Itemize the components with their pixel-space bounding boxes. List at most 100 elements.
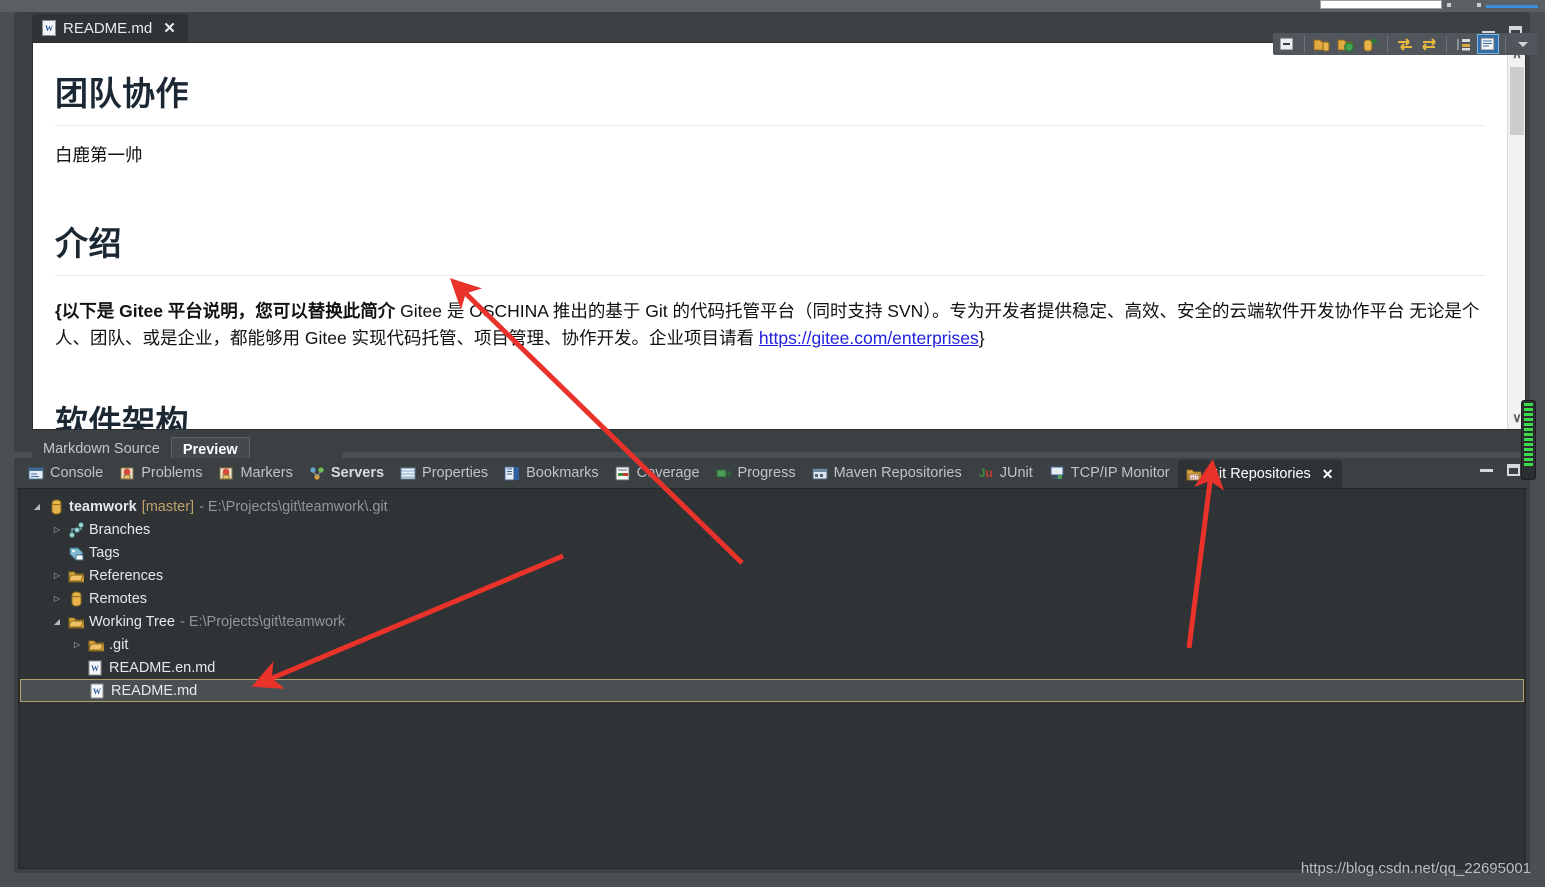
tree-item-working-tree[interactable]: ◢ Working Tree - E:\Projects\git\teamwork (19, 610, 1525, 633)
view-tab-label: Servers (330, 465, 385, 481)
view-tab-label: Coverage (636, 465, 700, 481)
tree-twisty-collapsed-icon[interactable]: ▷ (51, 594, 63, 603)
view-tab-label: Progress (737, 465, 796, 481)
watermark-text: https://blog.csdn.net/qq_22695001 (1300, 860, 1531, 877)
folder-icon (68, 614, 84, 630)
view-tab-coverage[interactable]: Coverage (607, 459, 708, 487)
clone-repository-icon[interactable] (1336, 35, 1356, 53)
close-icon[interactable]: ✕ (1322, 466, 1334, 483)
coverage-icon (615, 465, 631, 481)
editor-tab-readme[interactable]: W README.md ✕ (32, 14, 188, 42)
view-tab-progress[interactable]: Progress (708, 459, 804, 487)
heap-segment (1524, 433, 1533, 436)
tree-item-label: Branches (89, 521, 151, 538)
view-tab-label: Bookmarks (526, 465, 599, 481)
tree-item-label: README.en.md (109, 659, 216, 676)
view-tab-label: Properties (422, 465, 489, 481)
tree-item-label: .git (109, 636, 129, 653)
progress-icon (716, 465, 732, 481)
tree-item-teamwork[interactable]: ◢ teamwork [master] - E:\Projects\git\teamw… (19, 495, 1525, 518)
git-repository-tree: ◢ teamwork [master] - E:\Projects\git\teamw… (19, 495, 1525, 702)
git-repositories-icon: GIT (1186, 466, 1202, 482)
branches-icon (68, 521, 84, 538)
subtitle-text: 白鹿第一帅 (55, 145, 143, 165)
toolbar-separator-3 (1446, 35, 1447, 53)
markdown-preview: 团队协作 白鹿第一帅 介绍 {以下是 Gitee 平台说明，您可以替换此简介 G… (32, 42, 1526, 430)
intro-paragraph: {以下是 Gitee 平台说明，您可以替换此简介 Gitee 是 OSCHINA… (55, 298, 1485, 352)
tcpip-monitor-icon (1049, 465, 1065, 481)
git-view-toolbar (1273, 33, 1537, 55)
view-tab-maven-repositories[interactable]: Maven Repositories (804, 459, 970, 487)
heap-segment (1524, 448, 1533, 451)
tree-item-branch: [master] (141, 498, 195, 515)
panel-minimize-button[interactable] (1480, 468, 1493, 472)
fetch-icon[interactable] (1419, 35, 1439, 53)
tree-item-readme-md[interactable]: W README.md (20, 679, 1524, 702)
tree-item-branches[interactable]: ▷ Branches (19, 518, 1525, 541)
view-menu-chevron-icon[interactable] (1513, 35, 1533, 53)
toolbar-dot-1 (1447, 3, 1451, 7)
heap-status-bar[interactable] (1521, 400, 1536, 480)
view-tab-servers[interactable]: Servers (301, 459, 392, 487)
preview-scrollbar[interactable]: ∧ ∨ (1507, 43, 1525, 429)
problems-icon (119, 465, 135, 481)
heap-segment (1524, 438, 1533, 441)
collapse-all-icon[interactable] (1277, 35, 1297, 53)
view-tab-properties[interactable]: Properties (392, 459, 496, 487)
tree-item-path: - E:\Projects\git\teamwork (179, 613, 346, 630)
maven-icon (812, 465, 828, 481)
view-tab-git-repositories[interactable]: GIT Git Repositories ✕ (1177, 460, 1342, 488)
toolbar-separator-4 (1505, 35, 1506, 53)
tree-item-path: - E:\Projects\git\teamwork\.git (199, 498, 388, 515)
bottom-view-panel: Console Problems Markers Servers Properties B… (14, 458, 1530, 873)
editor-tab-label: README.md (63, 19, 153, 37)
link-with-editor-icon[interactable] (1454, 35, 1474, 53)
page-title: 团队协作 (55, 67, 1485, 126)
create-repository-icon[interactable] (1360, 35, 1380, 53)
search-input[interactable] (1320, 0, 1442, 9)
git-repositories-view: ◢ teamwork [master] - E:\Projects\git\teamw… (18, 488, 1526, 869)
view-tabbar: Console Problems Markers Servers Properties B… (14, 458, 1530, 488)
tree-item-tags[interactable]: Tags (19, 541, 1525, 564)
tree-item-readme-en-md[interactable]: W README.en.md (19, 656, 1525, 679)
tree-twisty-expanded-icon[interactable]: ◢ (31, 502, 43, 511)
pull-icon[interactable] (1395, 35, 1415, 53)
heap-segment (1524, 458, 1533, 461)
editor-area: W README.md ✕ 团队协作 白鹿第一帅 介绍 {以下是 Gitee 平… (14, 12, 1530, 461)
view-tab-problems[interactable]: Problems (111, 459, 210, 487)
view-tab-tcp-ip-monitor[interactable]: TCP/IP Monitor (1041, 459, 1178, 487)
tree-twisty-collapsed-icon[interactable]: ▷ (51, 571, 63, 580)
panel-maximize-button[interactable] (1507, 464, 1520, 476)
toolbar-dot-2 (1477, 3, 1481, 7)
panel-window-buttons (1480, 464, 1520, 476)
view-tab-bookmarks[interactable]: Bookmarks (496, 459, 607, 487)
repository-icon (48, 499, 64, 515)
view-tab-junit[interactable]: Ju JUnit (970, 459, 1041, 487)
add-existing-repository-icon[interactable] (1312, 35, 1332, 53)
tree-twisty-collapsed-icon[interactable]: ▷ (51, 525, 63, 534)
tree-item--git[interactable]: ▷ .git (19, 633, 1525, 656)
tree-item-remotes[interactable]: ▷ Remotes (19, 587, 1525, 610)
scrollbar-thumb[interactable] (1510, 67, 1524, 135)
view-tab-console[interactable]: Console (20, 459, 111, 487)
bookmarks-icon (504, 465, 520, 481)
heap-segment (1524, 453, 1533, 456)
tree-twisty-expanded-icon[interactable]: ◢ (51, 617, 63, 626)
close-icon[interactable]: ✕ (163, 21, 176, 36)
tree-item-label: Tags (89, 544, 120, 561)
toggle-branch-hierarchy-icon[interactable] (1477, 34, 1499, 54)
markdown-content: 团队协作 白鹿第一帅 介绍 {以下是 Gitee 平台说明，您可以替换此简介 G… (33, 43, 1507, 429)
folder-icon (68, 568, 84, 584)
view-tab-markers[interactable]: Markers (210, 459, 300, 487)
view-tab-label: Maven Repositories (833, 465, 962, 481)
section-heading-architecture: 软件架构 (55, 404, 189, 429)
gitee-enterprises-link[interactable]: https://gitee.com/enterprises (759, 328, 979, 348)
section-heading-intro: 介绍 (55, 217, 1485, 277)
tree-item-label: teamwork (69, 498, 137, 515)
markers-icon (218, 465, 234, 481)
tree-item-references[interactable]: ▷ References (19, 564, 1525, 587)
heap-segment (1524, 443, 1533, 446)
folder-icon (88, 637, 104, 653)
toolbar-separator-2 (1387, 35, 1388, 53)
tree-twisty-collapsed-icon[interactable]: ▷ (71, 640, 83, 649)
